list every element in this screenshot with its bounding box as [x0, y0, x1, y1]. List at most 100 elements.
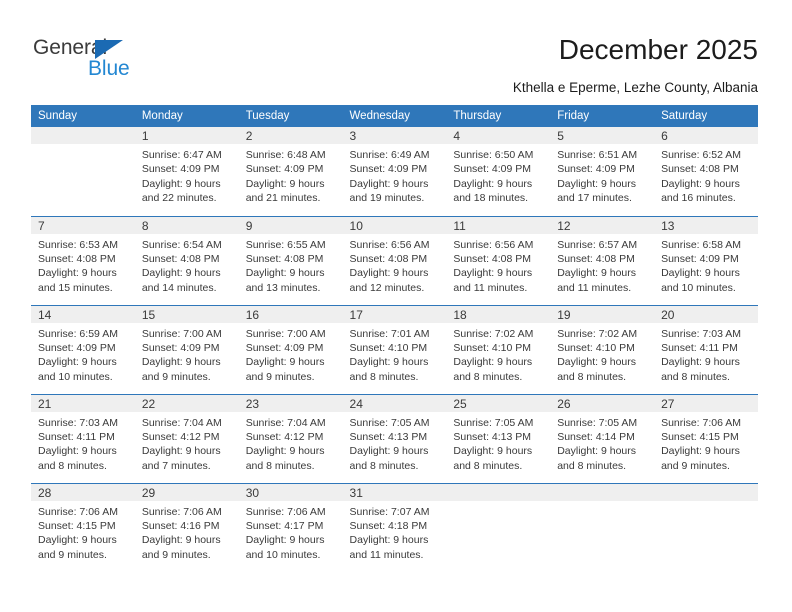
calendar-day-cell[interactable]: 11 Sunrise: 6:56 AM Sunset: 4:08 PM Dayligh… [446, 215, 551, 305]
day-details: Sunrise: 6:57 AM Sunset: 4:08 PM Daylight:… [550, 234, 654, 296]
calendar-day-cell[interactable]: 1 Sunrise: 6:47 AM Sunset: 4:09 PM Daylight… [134, 127, 239, 216]
weekday-header-saturday: Saturday [654, 105, 758, 127]
day-detail-line: Daylight: 9 hours [557, 177, 637, 190]
day-details: Sunrise: 7:07 AM Sunset: 4:18 PM Daylight:… [343, 501, 447, 563]
calendar-day-cell[interactable]: 8 Sunrise: 6:54 AM Sunset: 4:08 PM Daylight… [134, 215, 239, 305]
day-detail-line: Sunrise: 6:47 AM [141, 149, 222, 161]
calendar-day-cell[interactable]: 10 Sunrise: 6:56 AM Sunset: 4:08 PM Dayligh… [342, 215, 447, 305]
day-number: 21 [31, 394, 135, 412]
day-number: 28 [31, 483, 135, 501]
calendar-day-cell[interactable]: 26 Sunrise: 7:05 AM Sunset: 4:14 PM Dayligh… [550, 393, 655, 483]
calendar-day-cell[interactable]: 31 Sunrise: 7:07 AM Sunset: 4:18 PM Dayligh… [342, 482, 447, 572]
day-detail-line: and 9 minutes. [141, 548, 211, 561]
day-detail-line: and 12 minutes. [349, 281, 425, 294]
day-detail-line: Sunrise: 7:06 AM [38, 505, 118, 518]
calendar-day-cell[interactable]: 21 Sunrise: 7:03 AM Sunset: 4:11 PM Dayligh… [31, 393, 135, 483]
page-header: General Blue December 2025 Kthella e Epe… [0, 0, 792, 100]
day-detail-line: and 11 minutes. [557, 281, 632, 294]
calendar-week-row: 14 Sunrise: 6:59 AM Sunset: 4:09 PM Dayligh… [31, 304, 758, 394]
calendar-day-cell[interactable]: 6 Sunrise: 6:52 AM Sunset: 4:08 PM Daylight… [654, 127, 758, 216]
calendar-day-cell-empty [446, 482, 551, 572]
day-detail-line: Sunrise: 7:00 AM [245, 327, 326, 340]
calendar-day-cell[interactable]: 19 Sunrise: 7:02 AM Sunset: 4:10 PM Dayligh… [550, 304, 655, 394]
day-detail-line: Sunset: 4:13 PM [349, 430, 428, 443]
calendar-day-cell[interactable]: 24 Sunrise: 7:05 AM Sunset: 4:13 PM Dayligh… [342, 393, 447, 483]
calendar-day-cell[interactable]: 25 Sunrise: 7:05 AM Sunset: 4:13 PM Dayligh… [446, 393, 551, 483]
day-number: 22 [134, 394, 239, 412]
day-detail-line: Daylight: 9 hours [245, 356, 325, 369]
day-detail-line: and 8 minutes. [557, 370, 627, 383]
day-detail-line: Daylight: 9 hours [38, 445, 117, 458]
day-detail-line: Sunset: 4:09 PM [38, 341, 116, 354]
calendar-day-cell[interactable]: 4 Sunrise: 6:50 AM Sunset: 4:09 PM Daylight… [446, 127, 551, 216]
calendar-day-cell[interactable]: 3 Sunrise: 6:49 AM Sunset: 4:09 PM Daylight… [342, 127, 447, 216]
day-detail-line: and 10 minutes. [38, 370, 113, 383]
calendar-day-cell[interactable]: 17 Sunrise: 7:01 AM Sunset: 4:10 PM Dayligh… [342, 304, 447, 394]
day-detail-line: Sunrise: 6:58 AM [661, 238, 742, 251]
day-details: Sunrise: 7:05 AM Sunset: 4:13 PM Daylight:… [343, 412, 447, 474]
calendar-day-cell[interactable]: 27 Sunrise: 7:06 AM Sunset: 4:15 PM Dayligh… [654, 393, 758, 483]
day-details: Sunrise: 6:53 AM Sunset: 4:08 PM Daylight:… [31, 234, 135, 296]
logo-text-blue: Blue [88, 57, 130, 80]
calendar-day-cell[interactable]: 2 Sunrise: 6:48 AM Sunset: 4:09 PM Daylight… [238, 127, 343, 216]
calendar-day-cell[interactable]: 15 Sunrise: 7:00 AM Sunset: 4:09 PM Dayligh… [134, 304, 239, 394]
calendar-day-cell[interactable]: 20 Sunrise: 7:03 AM Sunset: 4:11 PM Dayligh… [654, 304, 758, 394]
calendar-day-cell[interactable]: 9 Sunrise: 6:55 AM Sunset: 4:08 PM Daylight… [238, 215, 343, 305]
calendar-day-cell[interactable]: 22 Sunrise: 7:04 AM Sunset: 4:12 PM Dayligh… [134, 393, 239, 483]
day-number: 4 [446, 127, 551, 144]
day-number: 20 [654, 305, 758, 323]
day-detail-line: and 9 minutes. [38, 548, 107, 561]
day-detail-line: and 18 minutes. [453, 192, 529, 205]
day-details: Sunrise: 6:52 AM Sunset: 4:08 PM Daylight:… [654, 144, 758, 206]
day-number: 16 [238, 305, 343, 323]
day-details: Sunrise: 7:02 AM Sunset: 4:10 PM Daylight:… [446, 323, 550, 385]
calendar-day-cell[interactable]: 13 Sunrise: 6:58 AM Sunset: 4:09 PM Dayligh… [654, 215, 758, 305]
day-number [550, 483, 655, 501]
calendar-header-row-group: Sunday Monday Tuesday Wednesday Thursday Frid… [31, 105, 758, 127]
day-detail-line: Sunset: 4:17 PM [245, 519, 324, 532]
day-details: Sunrise: 6:54 AM Sunset: 4:08 PM Daylight:… [135, 234, 239, 296]
day-detail-line: Daylight: 9 hours [141, 534, 221, 547]
day-detail-line: Sunrise: 7:05 AM [453, 416, 534, 429]
day-detail-line: Daylight: 9 hours [661, 177, 740, 190]
calendar-day-cell[interactable]: 14 Sunrise: 6:59 AM Sunset: 4:09 PM Dayligh… [31, 304, 135, 394]
day-detail-line: Daylight: 9 hours [141, 445, 221, 458]
day-detail-line: Daylight: 9 hours [661, 356, 740, 369]
day-detail-line: Sunset: 4:09 PM [557, 163, 635, 176]
day-detail-line: Sunset: 4:09 PM [453, 163, 532, 176]
day-details: Sunrise: 6:47 AM Sunset: 4:09 PM Daylight:… [135, 144, 239, 206]
day-detail-line: and 9 minutes. [141, 370, 211, 383]
calendar-week-row: 7 Sunrise: 6:53 AM Sunset: 4:08 PM Daylight… [31, 215, 758, 305]
day-detail-line: Sunrise: 6:53 AM [38, 238, 118, 251]
calendar-day-cell-empty [550, 482, 655, 572]
day-detail-line: and 17 minutes. [557, 192, 632, 205]
calendar-day-cell[interactable]: 7 Sunrise: 6:53 AM Sunset: 4:08 PM Daylight… [31, 215, 135, 305]
calendar-day-cell[interactable]: 5 Sunrise: 6:51 AM Sunset: 4:09 PM Daylight… [550, 127, 655, 216]
day-number: 3 [342, 127, 447, 144]
calendar-day-cell[interactable]: 23 Sunrise: 7:04 AM Sunset: 4:12 PM Dayligh… [238, 393, 343, 483]
day-details: Sunrise: 6:55 AM Sunset: 4:08 PM Daylight:… [239, 234, 343, 296]
day-number: 2 [238, 127, 343, 144]
day-detail-line: and 9 minutes. [245, 370, 315, 383]
day-detail-line: Sunset: 4:09 PM [661, 252, 739, 265]
calendar-day-cell[interactable]: 18 Sunrise: 7:02 AM Sunset: 4:10 PM Dayligh… [446, 304, 551, 394]
calendar-day-cell[interactable]: 30 Sunrise: 7:06 AM Sunset: 4:17 PM Dayligh… [238, 482, 343, 572]
day-details: Sunrise: 7:04 AM Sunset: 4:12 PM Daylight:… [135, 412, 239, 474]
day-number: 24 [342, 394, 447, 412]
day-detail-line: Daylight: 9 hours [557, 445, 637, 458]
calendar-day-cell[interactable]: 29 Sunrise: 7:06 AM Sunset: 4:16 PM Dayligh… [134, 482, 239, 572]
day-details: Sunrise: 7:05 AM Sunset: 4:14 PM Daylight:… [550, 412, 654, 474]
calendar-day-cell[interactable]: 16 Sunrise: 7:00 AM Sunset: 4:09 PM Dayligh… [238, 304, 343, 394]
calendar-day-cell[interactable]: 28 Sunrise: 7:06 AM Sunset: 4:15 PM Dayligh… [31, 482, 135, 572]
day-number: 1 [134, 127, 239, 144]
calendar-day-cell-empty [31, 127, 135, 216]
calendar-day-cell[interactable]: 12 Sunrise: 6:57 AM Sunset: 4:08 PM Dayligh… [550, 215, 655, 305]
day-detail-line: Sunset: 4:08 PM [453, 252, 532, 265]
day-details: Sunrise: 6:50 AM Sunset: 4:09 PM Daylight:… [446, 144, 550, 206]
day-number: 19 [550, 305, 655, 323]
day-details: Sunrise: 7:02 AM Sunset: 4:10 PM Daylight:… [550, 323, 654, 385]
day-detail-line: Sunrise: 7:04 AM [245, 416, 326, 429]
day-number: 8 [134, 216, 239, 234]
calendar-week-row: 21 Sunrise: 7:03 AM Sunset: 4:11 PM Dayligh… [31, 393, 758, 483]
day-detail-line: Sunrise: 7:01 AM [349, 327, 430, 340]
